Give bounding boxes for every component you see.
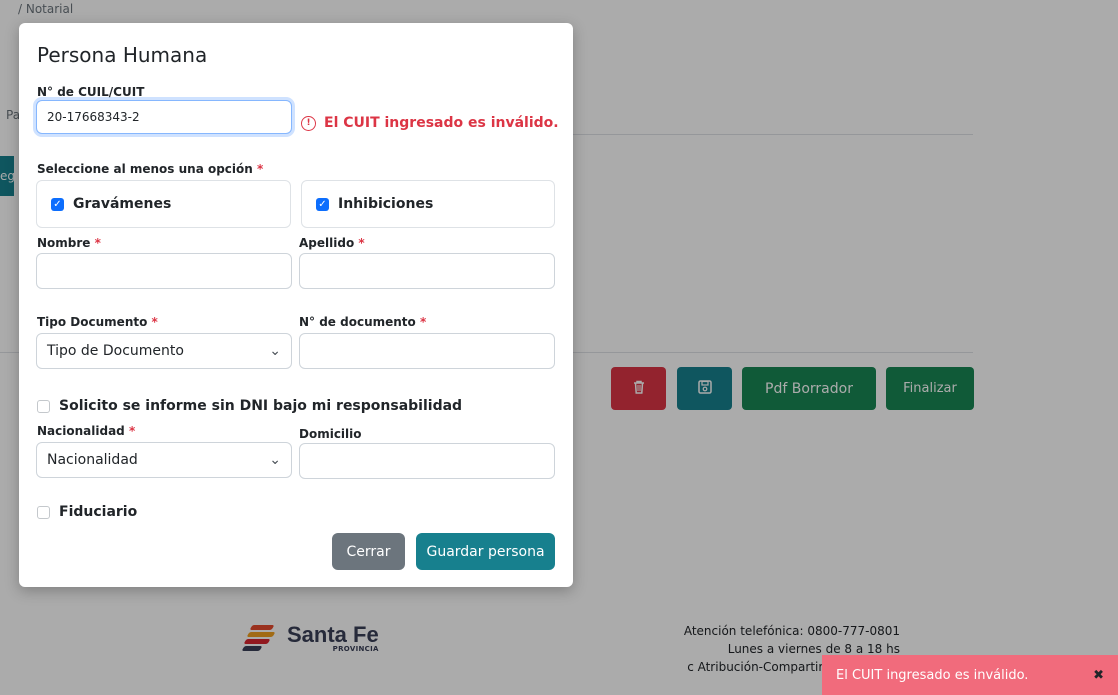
nacionalidad-select[interactable]: Nacionalidad ⌄ xyxy=(36,442,292,478)
cuit-error-text: El CUIT ingresado es inválido. xyxy=(324,115,559,131)
chevron-down-icon: ⌄ xyxy=(269,343,281,359)
chevron-down-icon: ⌄ xyxy=(269,452,281,468)
cuit-error: ! El CUIT ingresado es inválido. xyxy=(301,115,559,131)
apellido-label: Apellido * xyxy=(299,236,365,250)
gravamenes-label: Gravámenes xyxy=(73,196,172,212)
tipo-documento-select[interactable]: Tipo de Documento ⌄ xyxy=(36,333,292,369)
domicilio-label: Domicilio xyxy=(299,427,362,441)
apellido-input[interactable] xyxy=(299,253,555,289)
nro-documento-input[interactable] xyxy=(299,333,555,369)
nombre-input[interactable] xyxy=(36,253,292,289)
nacionalidad-label: Nacionalidad * xyxy=(37,424,136,438)
alert-circle-icon: ! xyxy=(301,115,316,131)
gravamenes-option[interactable]: ✓ Gravámenes xyxy=(36,180,291,228)
cuit-label: N° de CUIL/CUIT xyxy=(37,85,145,99)
cuit-input[interactable]: 20-17668343-2 xyxy=(36,100,292,134)
fiduciario-label: Fiduciario xyxy=(59,504,138,520)
sin-dni-checkbox[interactable] xyxy=(37,399,50,413)
inhibiciones-label: Inhibiciones xyxy=(338,196,434,212)
sin-dni-label: Solicito se informe sin DNI bajo mi resp… xyxy=(59,398,463,414)
sin-dni-row[interactable]: Solicito se informe sin DNI bajo mi resp… xyxy=(37,398,462,414)
nombre-label: Nombre * xyxy=(37,236,101,250)
close-button[interactable]: Cerrar xyxy=(332,533,405,570)
save-person-button[interactable]: Guardar persona xyxy=(416,533,555,570)
options-label: Seleccione al menos una opción * xyxy=(37,162,264,176)
inhibiciones-option[interactable]: ✓ Inhibiciones xyxy=(301,180,555,228)
toast-message: El CUIT ingresado es inválido. xyxy=(836,667,1029,683)
persona-humana-modal: Persona Humana N° de CUIL/CUIT 20-176683… xyxy=(19,23,573,587)
tipo-documento-label: Tipo Documento * xyxy=(37,315,158,329)
fiduciario-row[interactable]: Fiduciario xyxy=(37,504,137,520)
domicilio-input[interactable] xyxy=(299,443,555,479)
nro-documento-label: N° de documento * xyxy=(299,315,427,329)
gravamenes-checkbox[interactable]: ✓ xyxy=(51,197,64,211)
modal-title: Persona Humana xyxy=(37,43,208,67)
fiduciario-checkbox[interactable] xyxy=(37,505,50,519)
inhibiciones-checkbox[interactable]: ✓ xyxy=(316,197,329,211)
close-icon[interactable]: ✖ xyxy=(1093,668,1104,683)
error-toast: El CUIT ingresado es inválido. ✖ xyxy=(822,655,1118,695)
